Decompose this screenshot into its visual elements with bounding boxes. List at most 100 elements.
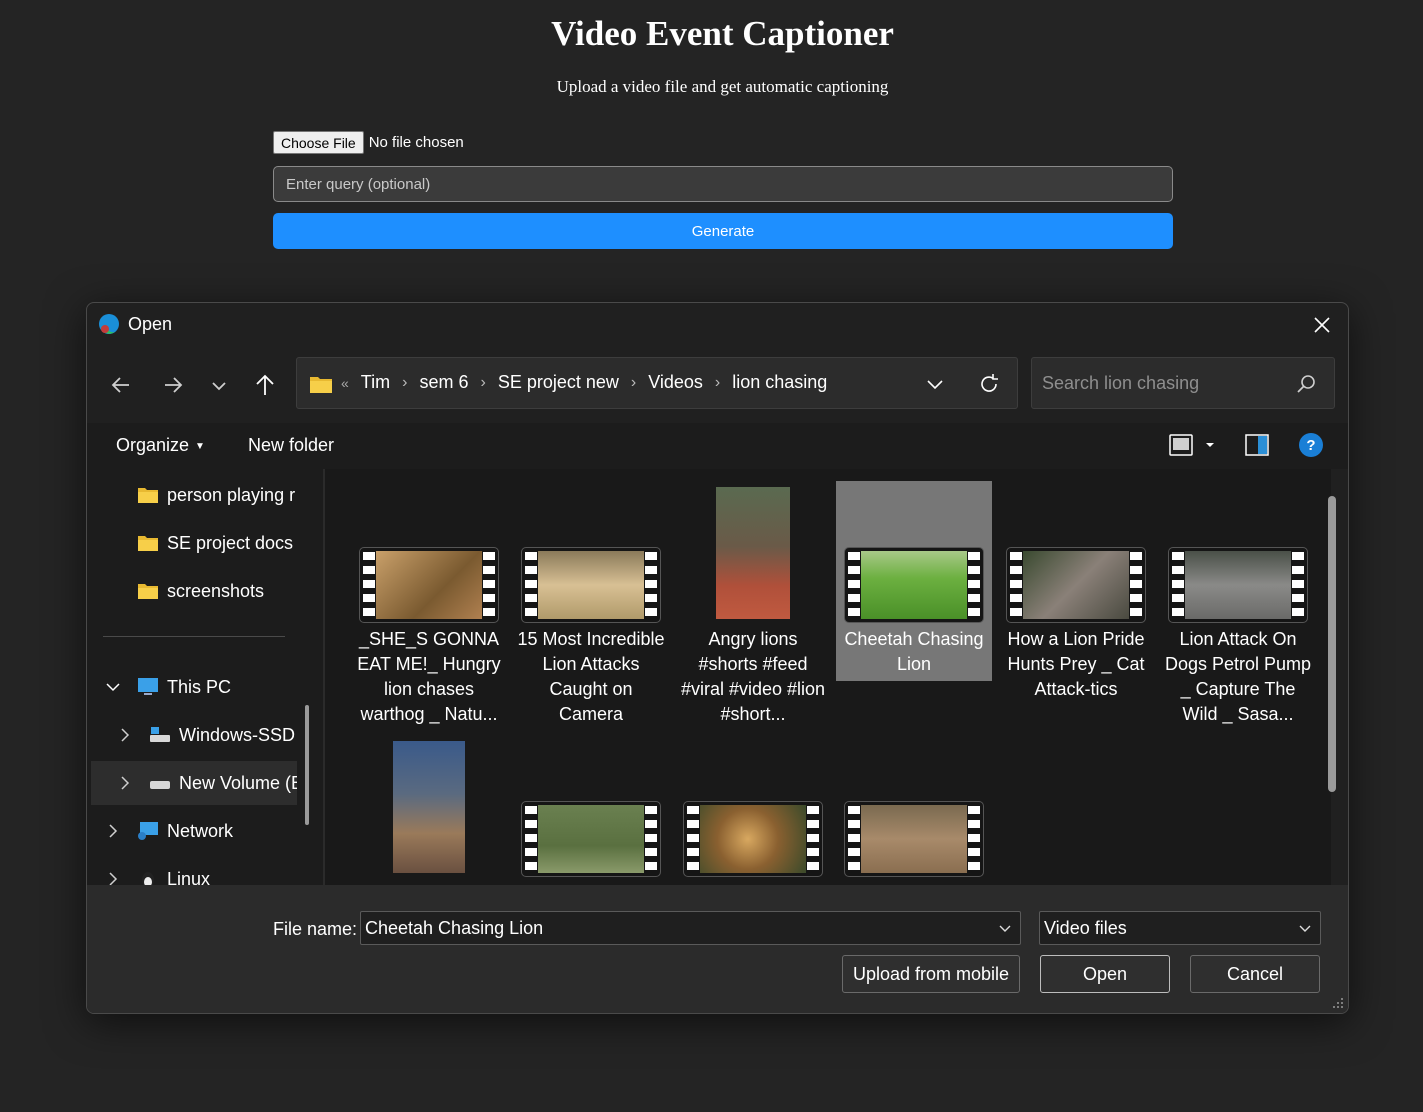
dialog-titlebar: Open <box>87 303 1348 347</box>
folder-icon <box>310 377 332 393</box>
thumbnail-image <box>538 551 644 619</box>
chevron-down-icon[interactable] <box>1298 922 1312 936</box>
nav-item-label: New Volume (E <box>179 772 297 793</box>
file-tile[interactable]: _SHE_S GONNA EAT ME!_ Hungry lion chases… <box>351 481 507 735</box>
nav-item-network[interactable]: Network <box>137 809 307 853</box>
nav-item-person-playing[interactable]: person playing r <box>137 473 297 517</box>
chevron-right-icon[interactable] <box>105 823 121 839</box>
file-grid-scrollbar[interactable] <box>1328 496 1336 792</box>
chevron-right-icon[interactable]: › <box>715 374 720 392</box>
thumbnail-image <box>538 805 644 873</box>
file-picker: Choose File No file chosen <box>273 131 464 154</box>
nav-item-windows-ssd[interactable]: Windows-SSD <box>149 713 307 757</box>
file-tile[interactable] <box>675 735 831 885</box>
nav-scrollbar[interactable] <box>305 705 309 825</box>
file-tile[interactable] <box>513 735 669 885</box>
video-thumbnail <box>1006 547 1146 623</box>
breadcrumb-item-se-project[interactable]: SE project new <box>498 372 619 393</box>
breadcrumb-item-videos[interactable]: Videos <box>648 372 703 393</box>
nav-item-label: Windows-SSD <box>179 724 296 745</box>
video-thumbnail <box>844 801 984 877</box>
nav-item-label: This PC <box>167 676 232 697</box>
choose-file-button[interactable]: Choose File <box>273 131 364 154</box>
help-icon[interactable]: ? <box>1298 431 1324 459</box>
breadcrumb-overflow-icon[interactable]: « <box>341 375 349 391</box>
organize-menu[interactable]: Organize ▼ <box>116 435 205 456</box>
file-name-label: Lion Attack On Dogs Petrol Pump _ Captur… <box>1164 629 1312 724</box>
nav-item-se-project-docs[interactable]: SE project docs <box>137 521 307 565</box>
recent-locations-chevron-icon[interactable] <box>205 371 233 399</box>
nav-item-label: person playing r <box>167 484 296 505</box>
open-button[interactable]: Open <box>1040 955 1170 993</box>
view-options-caret-icon[interactable] <box>1203 431 1217 459</box>
search-box[interactable]: Search lion chasing <box>1031 357 1335 409</box>
file-name-input[interactable]: Cheetah Chasing Lion <box>360 911 1021 945</box>
dialog-navbar: « Tim › sem 6 › SE project new › Videos … <box>87 347 1348 423</box>
chevron-right-icon[interactable]: › <box>402 374 407 392</box>
nav-item-label: Network <box>167 820 234 841</box>
breadcrumb-item-lion-chasing[interactable]: lion chasing <box>732 372 827 393</box>
command-bar: Organize ▼ New folder ? <box>87 423 1348 469</box>
file-type-select[interactable]: Video files <box>1039 911 1321 945</box>
drive-icon <box>150 781 170 789</box>
chevron-right-icon[interactable]: › <box>480 374 485 392</box>
address-dropdown-icon[interactable] <box>924 373 946 395</box>
forward-arrow-icon[interactable] <box>159 371 187 399</box>
close-icon[interactable] <box>1310 313 1334 337</box>
breadcrumb-item-sem6[interactable]: sem 6 <box>419 372 468 393</box>
chevron-down-icon[interactable] <box>105 679 121 695</box>
nav-divider <box>103 636 285 637</box>
nav-item-new-volume[interactable]: New Volume (E <box>91 761 297 805</box>
file-name-label: Cheetah Chasing Lion <box>844 629 984 674</box>
file-name-label: 15 Most Incredible Lion Attacks Caught o… <box>517 629 665 724</box>
organize-label: Organize <box>116 435 190 455</box>
new-folder-button[interactable]: New folder <box>248 435 334 456</box>
cancel-button[interactable]: Cancel <box>1190 955 1320 993</box>
chevron-down-icon[interactable] <box>998 922 1012 936</box>
file-name-label: _SHE_S GONNA EAT ME!_ Hungry lion chases… <box>357 629 501 724</box>
video-thumbnail <box>1168 547 1308 623</box>
generate-button[interactable]: Generate <box>273 213 1173 249</box>
dialog-title: Open <box>128 314 173 334</box>
query-input[interactable] <box>273 166 1173 202</box>
file-name-label: How a Lion Pride Hunts Prey _ Cat Attack… <box>1007 629 1145 699</box>
navigation-pane: person playing r SE project docs screens… <box>87 469 323 889</box>
breadcrumb: « Tim › sem 6 › SE project new › Videos … <box>341 372 827 393</box>
file-tile[interactable]: How a Lion Pride Hunts Prey _ Cat Attack… <box>998 481 1154 735</box>
chevron-right-icon[interactable] <box>117 727 133 743</box>
nav-item-screenshots[interactable]: screenshots <box>137 569 307 613</box>
folder-icon <box>138 488 158 503</box>
video-thumbnail <box>683 801 823 877</box>
edge-browser-icon <box>99 314 119 334</box>
view-mode-icon[interactable] <box>1169 431 1193 459</box>
video-thumbnail <box>521 801 661 877</box>
file-tile-selected[interactable]: Cheetah Chasing Lion <box>836 481 992 681</box>
file-tile[interactable] <box>836 735 992 885</box>
refresh-icon[interactable] <box>977 372 1001 396</box>
video-thumbnail <box>716 487 790 619</box>
address-bar[interactable]: « Tim › sem 6 › SE project new › Videos … <box>296 357 1018 409</box>
back-arrow-icon[interactable] <box>107 371 135 399</box>
file-tile[interactable]: 15 Most Incredible Lion Attacks Caught o… <box>513 481 669 735</box>
up-arrow-icon[interactable] <box>251 371 279 399</box>
drive-icon <box>150 727 170 742</box>
resize-grip-icon[interactable] <box>1332 997 1344 1009</box>
breadcrumb-item-tim[interactable]: Tim <box>361 372 390 393</box>
file-tile[interactable]: Angry lions #shorts #feed #viral #video … <box>675 481 831 735</box>
thumbnail-image <box>376 551 482 619</box>
search-input[interactable]: Search lion chasing <box>1042 373 1199 394</box>
preview-pane-icon[interactable] <box>1245 431 1269 459</box>
file-tile[interactable] <box>351 735 507 885</box>
dialog-footer: File name: Cheetah Chasing Lion Video fi… <box>87 885 1348 1013</box>
caret-down-icon: ▼ <box>195 440 205 452</box>
chevron-right-icon[interactable] <box>117 775 133 791</box>
nav-item-label: screenshots <box>167 580 265 601</box>
file-tile[interactable]: Lion Attack On Dogs Petrol Pump _ Captur… <box>1160 481 1316 735</box>
nav-item-label: SE project docs <box>167 532 294 553</box>
chevron-right-icon[interactable]: › <box>631 374 636 392</box>
video-thumbnail <box>393 741 465 873</box>
file-name-value: Cheetah Chasing Lion <box>365 918 544 938</box>
search-icon[interactable] <box>1296 374 1316 394</box>
upload-from-mobile-button[interactable]: Upload from mobile <box>842 955 1020 993</box>
nav-item-this-pc[interactable]: This PC <box>137 665 307 709</box>
